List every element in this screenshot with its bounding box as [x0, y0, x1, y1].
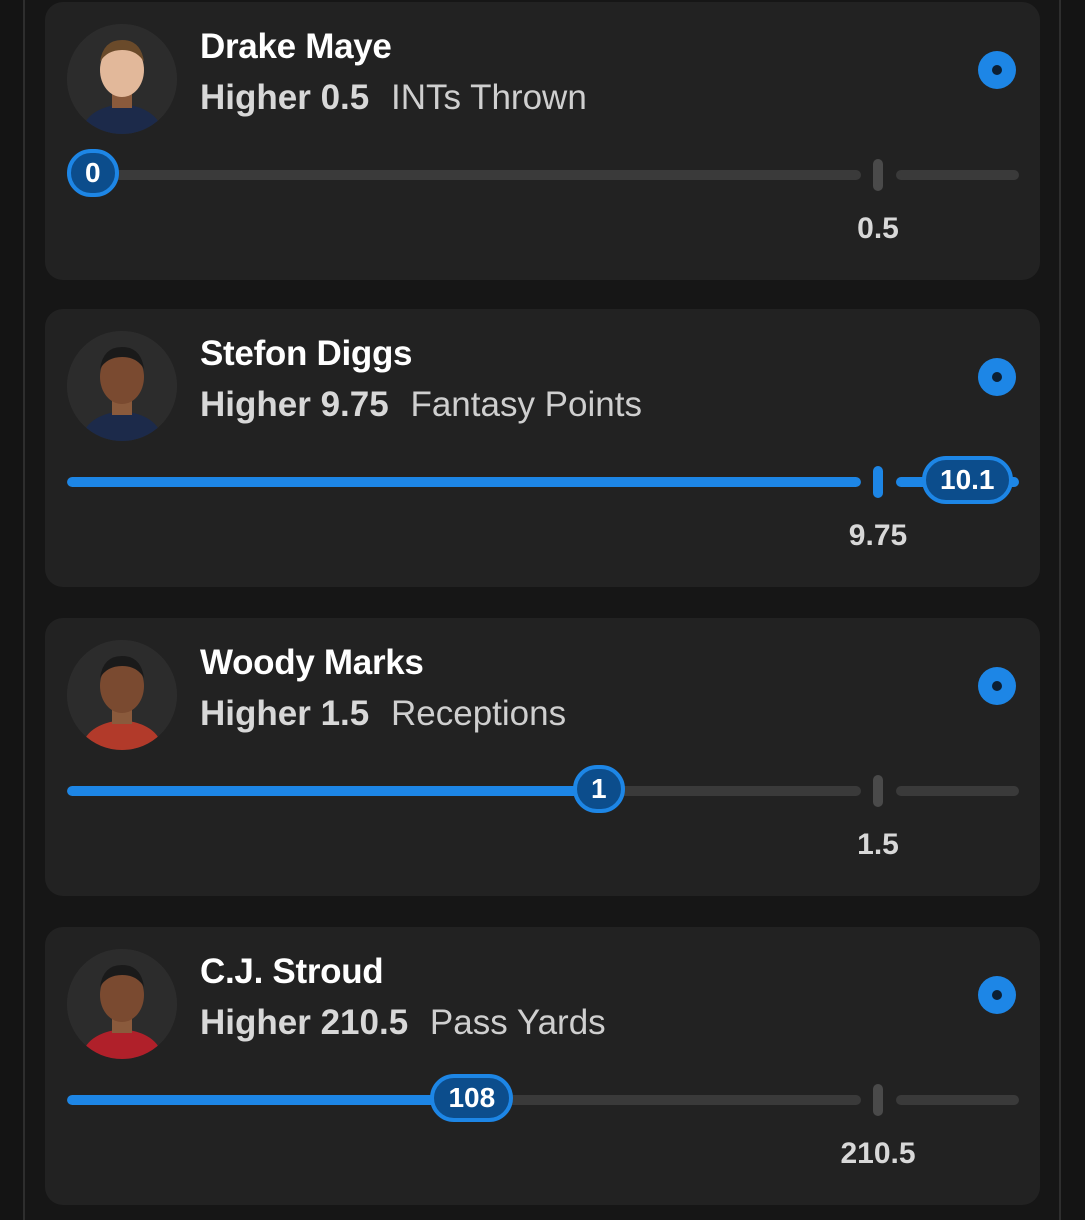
- progress-fill: [67, 477, 861, 487]
- player-avatar: [67, 24, 177, 134]
- player-headshot-icon: [67, 24, 177, 134]
- prop-card[interactable]: Woody Marks Higher 1.5 Receptions 1 1.5: [45, 618, 1040, 896]
- progress-track-over: [896, 170, 1019, 180]
- prop-direction: Higher: [200, 78, 311, 117]
- line-value-label: 9.75: [848, 519, 908, 552]
- player-headshot-icon: [67, 640, 177, 750]
- current-value-badge: 108: [430, 1074, 514, 1122]
- player-avatar: [67, 640, 177, 750]
- progress-fill: [67, 786, 599, 796]
- prop-stat: Receptions: [390, 694, 567, 733]
- prop-line: Higher 0.5 INTs Thrown: [200, 78, 587, 118]
- progress-track: [67, 786, 861, 796]
- player-headshot-icon: [67, 331, 177, 441]
- progress-track: [67, 170, 861, 180]
- progress-fill: [67, 1095, 472, 1105]
- player-name: Woody Marks: [200, 643, 424, 682]
- player-name: Stefon Diggs: [200, 334, 413, 373]
- player-avatar: [67, 949, 177, 1059]
- prop-line: Higher 1.5 Receptions: [200, 694, 566, 734]
- prop-stat: INTs Thrown: [390, 78, 587, 117]
- prop-direction: Higher: [200, 385, 311, 424]
- player-avatar: [67, 331, 177, 441]
- progress-track-over: [896, 1095, 1019, 1105]
- current-value-badge: 10.1: [922, 456, 1013, 504]
- status-dot-icon[interactable]: [978, 51, 1016, 89]
- prop-target: 9.75: [320, 385, 389, 424]
- prop-direction: Higher: [200, 694, 311, 733]
- prop-card[interactable]: C.J. Stroud Higher 210.5 Pass Yards 108 …: [45, 927, 1040, 1205]
- status-dot-icon[interactable]: [978, 667, 1016, 705]
- prop-card[interactable]: Stefon Diggs Higher 9.75 Fantasy Points …: [45, 309, 1040, 587]
- player-headshot-icon: [67, 949, 177, 1059]
- line-marker: [873, 1084, 883, 1116]
- player-name: C.J. Stroud: [200, 952, 384, 991]
- line-value-label: 210.5: [840, 1137, 916, 1170]
- prop-target: 1.5: [320, 694, 370, 733]
- status-dot-icon[interactable]: [978, 358, 1016, 396]
- progress-track-over: [896, 786, 1019, 796]
- status-dot-icon[interactable]: [978, 976, 1016, 1014]
- line-value-label: 0.5: [857, 212, 899, 245]
- prop-line: Higher 210.5 Pass Yards: [200, 1003, 606, 1043]
- current-value-badge: 0: [67, 149, 119, 197]
- line-marker: [873, 466, 883, 498]
- prop-direction: Higher: [200, 1003, 311, 1042]
- current-value-badge: 1: [572, 765, 625, 813]
- prop-card[interactable]: Drake Maye Higher 0.5 INTs Thrown 0 0.5: [45, 2, 1040, 280]
- line-marker: [873, 775, 883, 807]
- player-name: Drake Maye: [200, 27, 392, 66]
- prop-stat: Pass Yards: [429, 1003, 606, 1042]
- progress-track: [67, 477, 861, 487]
- line-value-label: 1.5: [857, 828, 899, 861]
- prop-stat: Fantasy Points: [410, 385, 642, 424]
- line-marker: [873, 159, 883, 191]
- prop-target: 210.5: [320, 1003, 409, 1042]
- prop-line: Higher 9.75 Fantasy Points: [200, 385, 642, 425]
- prop-target: 0.5: [320, 78, 370, 117]
